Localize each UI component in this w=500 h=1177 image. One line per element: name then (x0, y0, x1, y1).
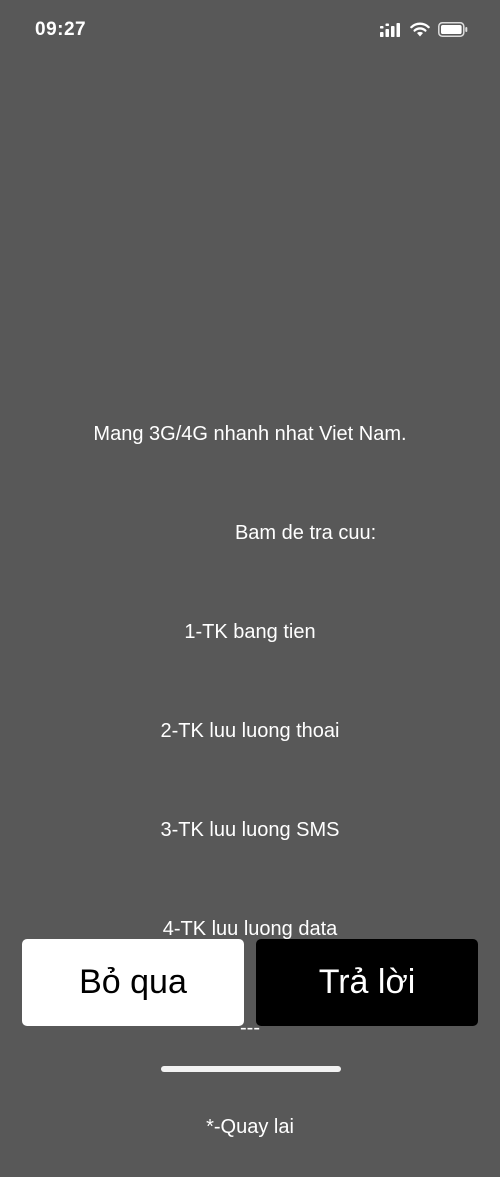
reply-button[interactable]: Trả lời (256, 939, 478, 1026)
ussd-line: Bam de tra cuu: (123, 522, 377, 544)
ussd-message: Mang 3G/4G nhanh nhat Viet Nam. Bam de t… (0, 352, 500, 1177)
ussd-line: 3-TK luu luong SMS (160, 819, 340, 841)
cellular-signal-icon (380, 22, 402, 42)
status-bar: 09:27 (0, 0, 500, 62)
ussd-line: 2-TK luu luong thoai (160, 720, 340, 742)
status-icons (380, 22, 468, 42)
wifi-icon (410, 22, 430, 42)
status-time: 09:27 (35, 19, 87, 40)
ussd-line: 1-TK bang tien (184, 621, 316, 643)
ussd-line: Mang 3G/4G nhanh nhat Viet Nam. (93, 423, 407, 445)
ussd-line: *-Quay lai (206, 1116, 294, 1138)
battery-icon (438, 22, 468, 42)
skip-button[interactable]: Bỏ qua (22, 939, 244, 1026)
home-indicator[interactable] (161, 1066, 341, 1072)
